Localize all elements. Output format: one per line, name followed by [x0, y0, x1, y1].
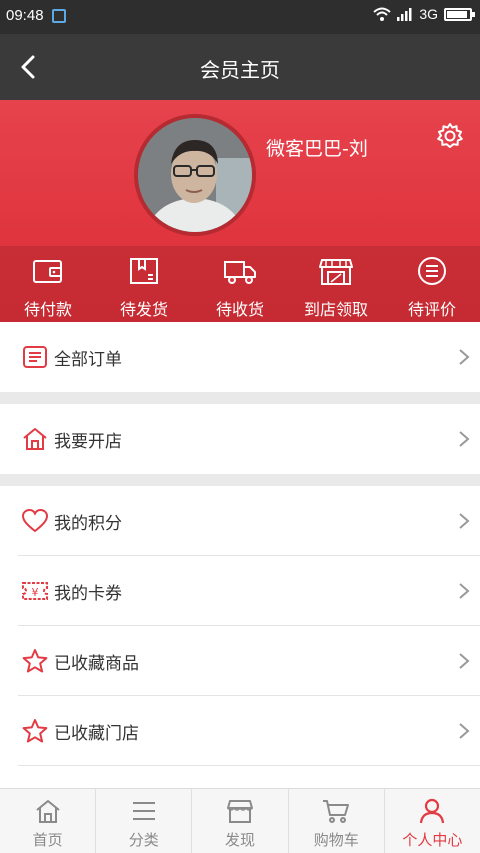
menu-icon	[132, 802, 155, 820]
menu-item-favorite-goods[interactable]: 已收藏商品	[0, 626, 480, 696]
network-type: 3G	[419, 6, 438, 22]
order-pending-shipment[interactable]: 待发货	[96, 246, 192, 322]
chevron-right-icon	[459, 653, 470, 669]
order-store-pickup[interactable]: 到店领取	[288, 246, 384, 322]
section-divider	[0, 392, 480, 404]
profile-header: 微客巴巴-刘 待付款 待发货 待收货 到店领取 待评价	[0, 100, 480, 322]
person-icon	[420, 798, 445, 824]
tab-label: 发现	[225, 831, 256, 849]
menu-item-favorite-stores[interactable]: 已收藏门店	[0, 696, 480, 766]
star-icon	[22, 719, 48, 743]
package-icon	[130, 258, 158, 284]
menu-item-all-orders[interactable]: 全部订单	[0, 322, 480, 392]
cart-icon	[323, 800, 350, 823]
order-label: 待付款	[23, 300, 72, 319]
settings-gear-icon[interactable]	[436, 122, 464, 150]
menu-item-points[interactable]: 我的积分	[0, 486, 480, 556]
username: 微客巴巴-刘	[266, 138, 368, 160]
tab-category[interactable]: 分类	[95, 789, 191, 853]
tab-label: 首页	[32, 831, 63, 849]
menu-item-coupons[interactable]: ¥ 我的卡券	[0, 556, 480, 626]
status-indicators: 3G	[373, 6, 475, 22]
menu-item-open-store[interactable]: 我要开店	[0, 404, 480, 474]
menu-label: 我的积分	[54, 513, 122, 534]
tab-profile[interactable]: 个人中心	[383, 789, 480, 853]
order-pending-receipt[interactable]: 待收货	[192, 246, 288, 322]
store-icon	[319, 259, 353, 285]
heart-icon	[22, 508, 48, 533]
tab-label: 分类	[128, 831, 159, 849]
order-pending-review[interactable]: 待评价	[384, 246, 480, 322]
wifi-icon	[373, 7, 391, 21]
chevron-right-icon	[459, 513, 470, 529]
nav-bar: 会员主页	[0, 34, 480, 100]
chevron-right-icon	[459, 723, 470, 739]
order-status-strip: 待付款 待发货 待收货 到店领取 待评价	[0, 246, 480, 322]
order-label: 待发货	[119, 300, 168, 319]
tab-discover[interactable]: 发现	[191, 789, 287, 853]
order-label: 到店领取	[303, 300, 368, 319]
bottom-tab-bar: 首页 分类 发现 购物车 个人中心	[0, 788, 480, 853]
order-label: 待收货	[215, 300, 264, 319]
home-icon	[35, 800, 60, 823]
chevron-right-icon	[459, 431, 470, 447]
avatar-photo	[138, 118, 252, 232]
wallet-icon	[33, 260, 62, 283]
tab-cart[interactable]: 购物车	[287, 789, 384, 853]
svg-text:¥: ¥	[32, 586, 39, 599]
menu-label: 我的卡券	[54, 583, 122, 604]
tab-home[interactable]: 首页	[0, 789, 95, 853]
menu-label: 已收藏商品	[54, 653, 139, 674]
menu-label: 已收藏门店	[54, 723, 139, 744]
tab-label: 个人中心	[402, 831, 463, 849]
menu-label: 全部订单	[54, 349, 122, 370]
house-icon	[23, 428, 47, 450]
truck-icon	[224, 261, 256, 284]
avatar[interactable]	[134, 114, 256, 236]
menu-list: 全部订单 我要开店 我的积分 ¥ 我的卡券 已收藏商品 已收藏门店	[0, 322, 480, 766]
order-label: 待评价	[407, 300, 456, 319]
status-bar: 09:48 3G	[0, 0, 480, 34]
screenshot-indicator-icon	[52, 9, 66, 23]
order-pending-payment[interactable]: 待付款	[0, 246, 96, 322]
comment-icon	[418, 257, 446, 285]
shop-icon	[227, 800, 253, 823]
signal-icon	[397, 8, 412, 21]
order-list-icon	[23, 346, 47, 368]
menu-label: 我要开店	[54, 431, 122, 452]
chevron-right-icon	[459, 349, 470, 365]
page-title: 会员主页	[200, 58, 280, 82]
coupon-icon: ¥	[22, 582, 48, 600]
status-time: 09:48	[6, 7, 44, 24]
chevron-right-icon	[459, 583, 470, 599]
tab-label: 购物车	[313, 831, 359, 849]
section-divider	[0, 474, 480, 486]
star-icon	[22, 649, 48, 673]
battery-icon	[444, 7, 475, 21]
